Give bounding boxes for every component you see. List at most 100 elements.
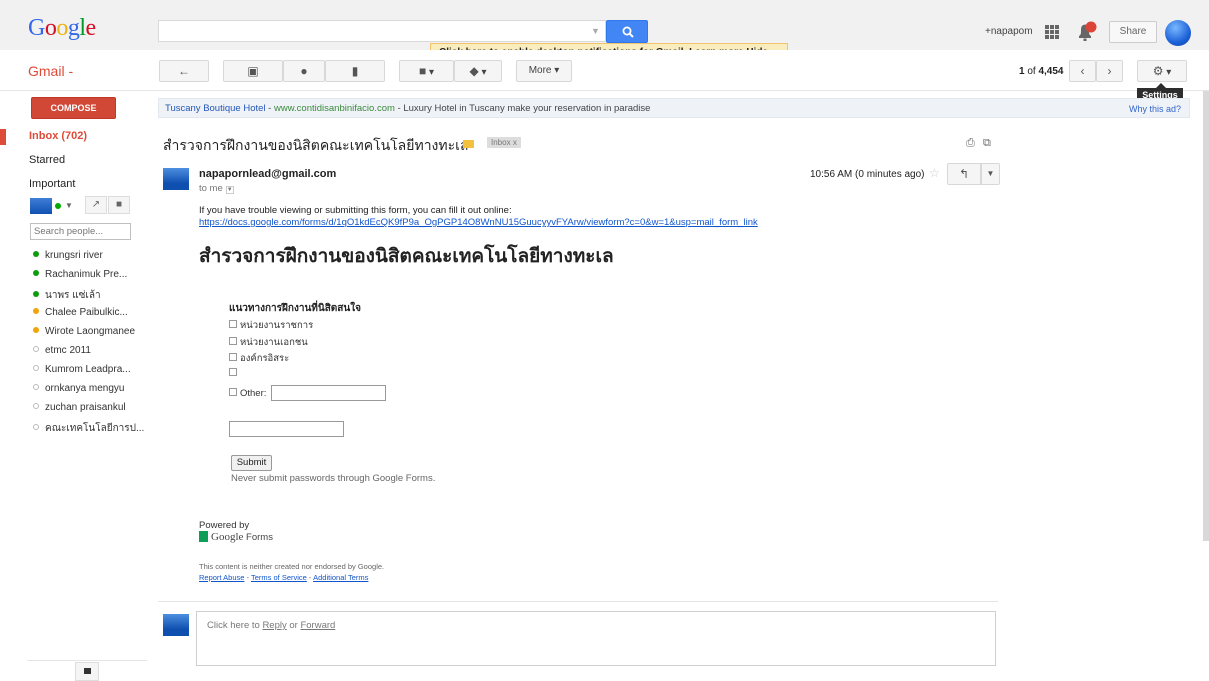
checkbox[interactable] (229, 320, 237, 329)
contact-item[interactable]: etmc 2011 (33, 345, 91, 356)
nav-item-inbox[interactable]: Inbox (702) (29, 130, 87, 142)
forward-link[interactable]: Forward (300, 620, 335, 631)
more-actions-button[interactable]: More ▾ (516, 60, 572, 82)
nav-item-starred[interactable]: Starred (29, 154, 65, 166)
why-this-ad-link[interactable]: Why this ad? (1129, 104, 1181, 114)
status-dot-offline (33, 424, 39, 431)
phone-icon: ↗ (91, 199, 101, 210)
terms-of-service-link[interactable]: Terms of Service (251, 573, 307, 582)
apps-grid-icon[interactable] (1045, 25, 1059, 39)
gmail-app-switcher[interactable]: Gmail - (28, 63, 73, 79)
ad-line[interactable]: Tuscany Boutique Hotel - www.contidisanb… (158, 98, 1190, 118)
move-to-button[interactable]: ■ ▾ (399, 60, 454, 82)
archive-icon: ▣ (247, 64, 259, 78)
inbox-label-chip[interactable]: Inbox x (487, 137, 521, 148)
password-warning: Never submit passwords through Google Fo… (231, 473, 436, 484)
other-text-field[interactable] (271, 385, 386, 401)
more-label: More (528, 65, 552, 76)
search-button[interactable] (606, 20, 648, 43)
chat-status-dot (55, 203, 61, 209)
search-people-input[interactable] (30, 223, 131, 240)
contact-item[interactable]: krungsri river (33, 250, 103, 261)
compose-button[interactable]: COMPOSE (31, 97, 116, 119)
pager-position: 1 (1019, 66, 1025, 77)
google-logo[interactable]: Google (28, 15, 96, 42)
important-marker-icon[interactable] (463, 140, 474, 148)
chat-bubble-icon (84, 668, 91, 674)
checkbox[interactable] (229, 353, 237, 362)
contact-item[interactable]: คณะเทคโนโลยีการป... (33, 421, 144, 436)
trouble-text: If you have trouble viewing or submittin… (199, 205, 512, 216)
additional-terms-link[interactable]: Additional Terms (313, 573, 368, 582)
contact-name: นาพร แซ่เล้า (45, 290, 101, 301)
contact-item[interactable]: นาพร แซ่เล้า (33, 288, 101, 303)
print-icon[interactable]: ⎙ (966, 137, 975, 150)
contact-item[interactable]: Rachanimuk Pre... (33, 269, 127, 280)
chat-status-caret-icon[interactable]: ▼ (65, 201, 73, 210)
notifications-bell-icon[interactable] (1075, 21, 1101, 43)
contact-item[interactable]: ornkanya mengyu (33, 383, 125, 394)
search-options-caret-icon[interactable]: ▼ (591, 26, 600, 36)
archive-button[interactable]: ▣ (223, 60, 283, 82)
chat-toggle-button[interactable] (75, 662, 99, 681)
contact-item[interactable]: Wirote Laongmanee (33, 326, 135, 337)
submit-button[interactable]: Submit (231, 455, 272, 471)
chat-self-avatar[interactable] (30, 198, 52, 214)
checkbox[interactable] (229, 337, 237, 346)
search-icon (622, 26, 634, 38)
sender-avatar[interactable] (163, 168, 189, 190)
older-button[interactable]: › (1096, 60, 1123, 82)
back-to-inbox-button[interactable]: ← (159, 60, 209, 82)
checkbox[interactable] (229, 388, 237, 397)
form-option[interactable]: องค์กรอิสระ (229, 351, 289, 366)
form-option[interactable]: หน่วยงานเอกชน (229, 335, 308, 350)
page-scrollbar[interactable] (1203, 91, 1209, 541)
phone-call-button[interactable]: ↗ (85, 196, 107, 214)
contact-item[interactable]: Chalee Paibulkic... (33, 307, 128, 318)
reply-box[interactable]: Click here to Reply or Forward (196, 611, 996, 666)
star-icon[interactable]: ☆ (929, 166, 940, 180)
new-window-icon[interactable]: ⧉ (983, 137, 991, 150)
user-name-link[interactable]: +napapom (985, 26, 1033, 37)
message-more-button[interactable]: ▼ (981, 163, 1000, 185)
labels-button[interactable]: ◆ ▾ (454, 60, 502, 82)
status-dot-online (33, 251, 39, 258)
contact-item[interactable]: Kumrom Leadpra... (33, 364, 131, 375)
option-label: หน่วยงานราชการ (240, 320, 314, 331)
account-avatar[interactable] (1165, 20, 1191, 46)
video-call-button[interactable]: ■ (108, 196, 130, 214)
nav-item-important[interactable]: Important (29, 178, 75, 190)
form-link[interactable]: https://docs.google.com/forms/d/1qO1kdEc… (199, 217, 758, 228)
checkbox[interactable] (229, 368, 237, 377)
google-forms-logo[interactable]: Google Forms (199, 530, 273, 543)
form-option-other[interactable]: Other: (229, 388, 266, 399)
settings-button[interactable]: ⚙ ▾ (1137, 60, 1187, 82)
reply-link[interactable]: Reply (262, 620, 286, 631)
report-spam-button[interactable]: ● (283, 60, 325, 82)
search-input[interactable] (158, 20, 606, 42)
share-button[interactable]: Share (1109, 21, 1157, 43)
option-label: องค์กรอิสระ (240, 353, 290, 364)
answer-text-field[interactable] (229, 421, 344, 437)
chevron-down-icon: ▼ (986, 169, 995, 178)
contact-item[interactable]: zuchan praisankul (33, 402, 126, 413)
show-details-icon[interactable]: ▼ (225, 186, 234, 194)
remove-label-icon[interactable]: x (513, 138, 517, 147)
contact-name: ornkanya mengyu (45, 383, 125, 394)
reply-button[interactable]: ↰ (947, 163, 981, 185)
report-abuse-link[interactable]: Report Abuse (199, 573, 244, 582)
gear-icon: ⚙ (1152, 64, 1164, 78)
reply-or: or (286, 620, 301, 631)
sender-email[interactable]: napapornlead@gmail.com (199, 168, 336, 180)
status-dot-online (33, 270, 39, 277)
reply-prompt: Click here to (207, 620, 263, 631)
form-option[interactable]: หน่วยงานราชการ (229, 318, 313, 333)
video-camera-icon: ■ (115, 199, 123, 210)
ad-separator: - (265, 103, 274, 114)
form-option[interactable] (229, 368, 240, 379)
contact-name: etmc 2011 (45, 345, 91, 356)
delete-button[interactable]: ▮ (325, 60, 385, 82)
newer-button[interactable]: ‹ (1069, 60, 1096, 82)
ad-title[interactable]: Tuscany Boutique Hotel (165, 103, 266, 114)
ad-url[interactable]: www.contidisanbinifacio.com (274, 103, 395, 114)
